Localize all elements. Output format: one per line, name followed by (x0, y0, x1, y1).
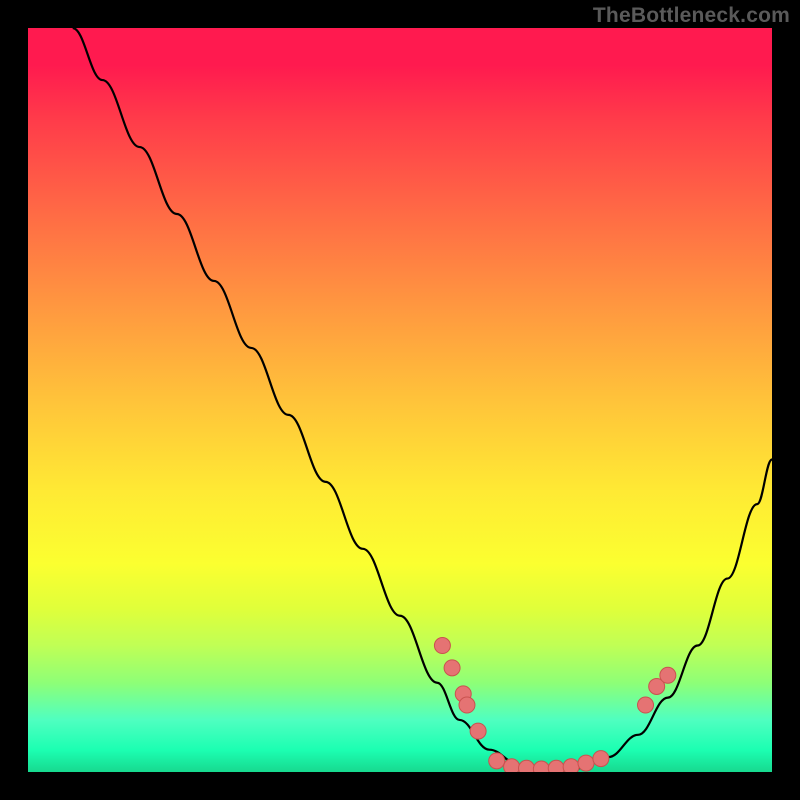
data-point (489, 753, 505, 769)
data-point (660, 667, 676, 683)
data-point (563, 759, 579, 772)
data-markers (434, 638, 675, 772)
data-point (638, 697, 654, 713)
data-point (593, 751, 609, 767)
data-point (533, 761, 549, 772)
data-point (548, 760, 564, 772)
data-point (470, 723, 486, 739)
data-point (459, 697, 475, 713)
data-point (504, 759, 520, 772)
data-point (518, 760, 534, 772)
chart-root: TheBottleneck.com (0, 0, 800, 800)
data-point (444, 660, 460, 676)
data-point (578, 755, 594, 771)
watermark-text: TheBottleneck.com (593, 4, 790, 28)
bottleneck-curve (73, 28, 772, 772)
chart-svg (28, 28, 772, 772)
data-point (434, 638, 450, 654)
plot-area (28, 28, 772, 772)
